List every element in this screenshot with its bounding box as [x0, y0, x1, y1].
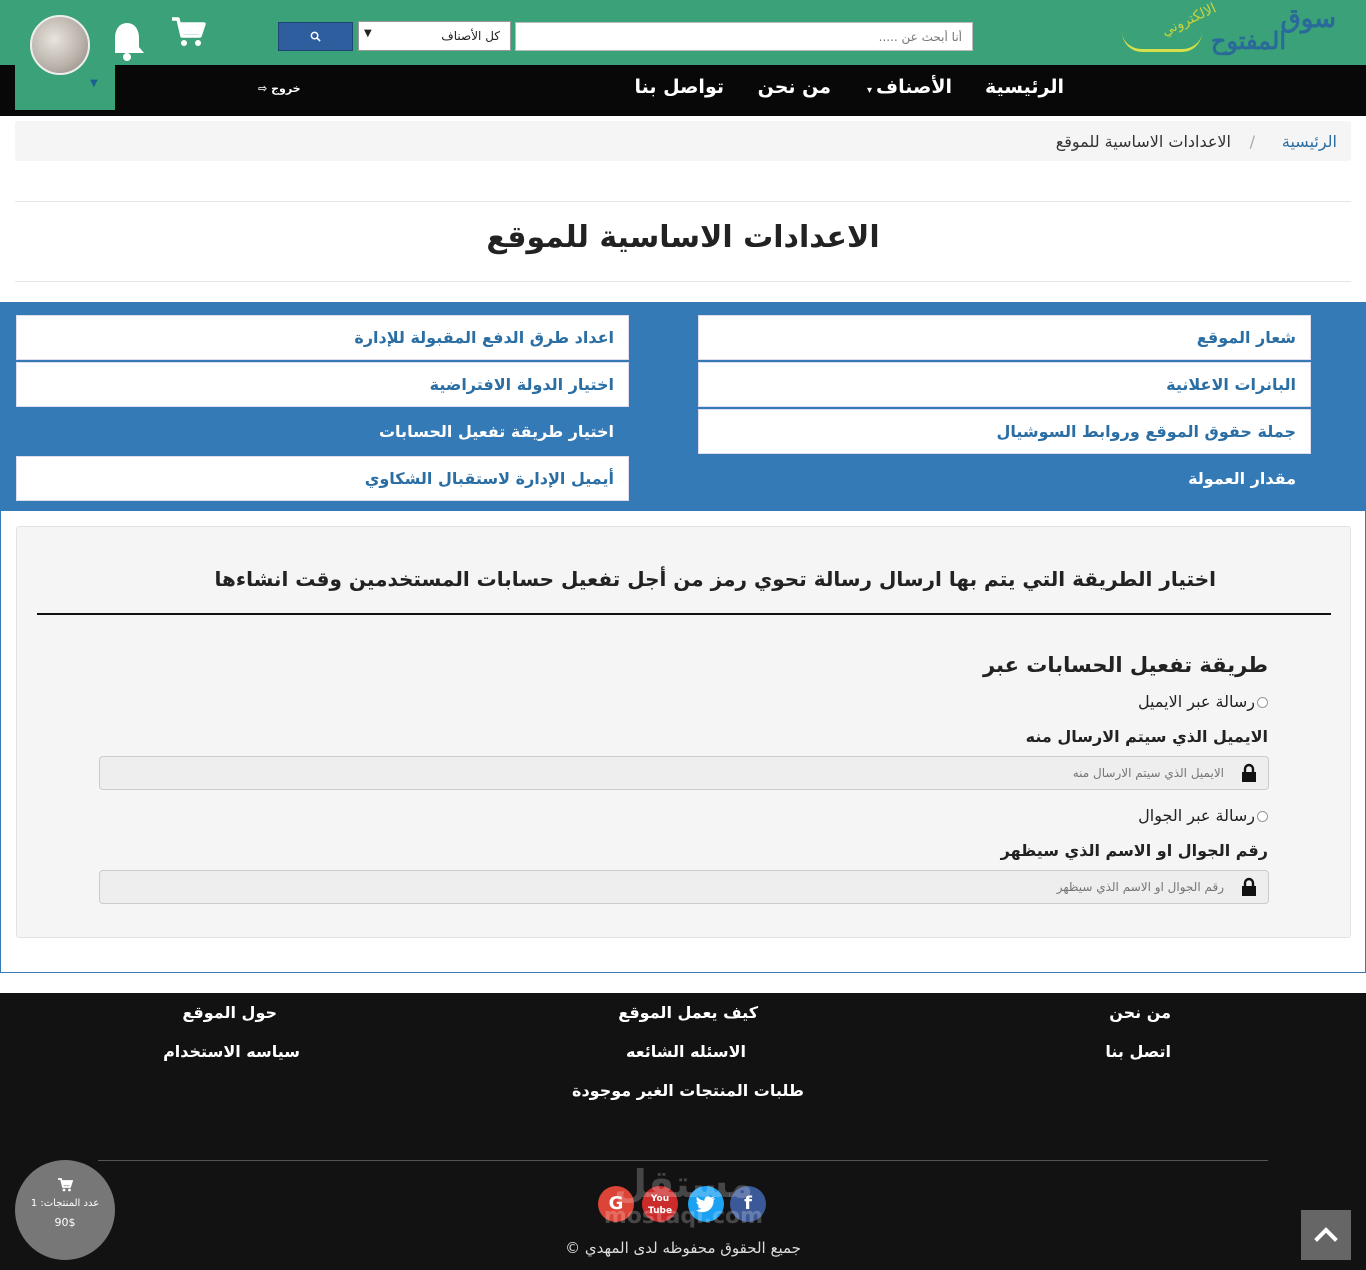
cart-icon[interactable]: [166, 16, 206, 50]
category-select-value: كل الأصناف: [441, 29, 500, 43]
nav-categories-label: الأصناف: [876, 76, 952, 98]
sms-option[interactable]: رسالة عبر الجوال: [1138, 806, 1268, 825]
nav-home[interactable]: الرئيسية: [985, 76, 1064, 98]
user-menu[interactable]: ▼: [15, 0, 115, 110]
site-logo[interactable]: سوق المفتوح الالكتروني: [1116, 0, 1346, 62]
sms-radio[interactable]: [1257, 811, 1268, 822]
nav-about[interactable]: من نحن: [758, 76, 831, 98]
sms-field-group: [99, 870, 1269, 904]
watermark-latin: mostaql.com: [603, 1204, 764, 1229]
select-arrow-icon: ▼: [364, 28, 372, 39]
menu-payment-methods[interactable]: اعداد طرق الدفع المقبولة للإدارة: [16, 315, 629, 360]
search-input[interactable]: [515, 22, 973, 51]
cart-count: عدد المنتجات: 1: [30, 1198, 100, 1209]
nav-categories[interactable]: الأصناف▾: [867, 76, 952, 98]
scroll-to-top-button[interactable]: [1301, 1210, 1351, 1260]
email-field-group: [99, 756, 1269, 790]
logo-swoosh: [1122, 32, 1202, 52]
watermark: مستقل mostaql.com: [596, 1163, 771, 1243]
menu-ad-banners[interactable]: البانرات الاعلانية: [698, 362, 1311, 407]
lock-icon: [1242, 763, 1256, 782]
activation-form: اختيار الطريقة التي يتم بها ارسال رسالة …: [16, 526, 1351, 938]
footer-faq[interactable]: الاسئله الشائعه: [626, 1042, 746, 1061]
logo-text-second: المفتوح: [1210, 26, 1286, 55]
footer-contact[interactable]: اتصل بنا: [1105, 1042, 1171, 1061]
floating-cart[interactable]: عدد المنتجات: 1 90$: [15, 1160, 115, 1260]
caret-down-icon: ▾: [866, 85, 873, 96]
logo-text-main: سوق: [1280, 4, 1336, 34]
menu-copyright-social[interactable]: جملة حقوق الموقع وروابط السوشيال: [698, 409, 1311, 454]
form-heading-divider: [37, 613, 1331, 615]
email-field[interactable]: [144, 757, 1224, 789]
logout-label: خروج: [271, 82, 301, 95]
arrow-up-icon: [1314, 1227, 1338, 1242]
search-button[interactable]: [278, 22, 353, 51]
logout-link[interactable]: خروج ⇨: [258, 82, 301, 95]
breadcrumb-home[interactable]: الرئيسية: [1282, 132, 1337, 151]
sms-option-label: رسالة عبر الجوال: [1138, 806, 1255, 825]
nav-contact[interactable]: تواصل بنا: [634, 76, 724, 98]
footer-how-it-works[interactable]: كيف يعمل الموقع: [618, 1003, 758, 1022]
footer-about[interactable]: من نحن: [1109, 1003, 1171, 1022]
breadcrumb-separator: /: [1249, 132, 1255, 151]
logout-icon: ⇨: [258, 82, 268, 95]
divider-top: [15, 201, 1351, 202]
email-option-label: رسالة عبر الايميل: [1137, 692, 1255, 711]
top-header: سوق المفتوح الالكتروني كل الأصناف ▼: [0, 0, 1366, 65]
section-title: طريقة تفعيل الحسابات عبر: [982, 653, 1268, 677]
menu-site-logo[interactable]: شعار الموقع: [698, 315, 1311, 360]
sms-field[interactable]: [144, 871, 1224, 903]
footer-about-site[interactable]: حول الموقع: [182, 1003, 277, 1022]
menu-default-country[interactable]: اختيار الدولة الافتراضية: [16, 362, 629, 407]
footer-missing-products[interactable]: طلبات المنتجات الغير موجودة: [572, 1081, 804, 1100]
copyright: جميع الحقوق محفوظه لدى المهدي ©: [565, 1239, 801, 1257]
search-icon: [310, 31, 321, 42]
email-radio[interactable]: [1257, 697, 1268, 708]
category-select[interactable]: كل الأصناف ▼: [358, 21, 511, 51]
breadcrumb-current: الاعدادات الاساسية للموقع: [1055, 132, 1231, 151]
watermark-arabic: مستقل: [614, 1162, 753, 1206]
settings-menu: شعار الموقع البانرات الاعلانية جملة حقوق…: [1, 303, 1365, 511]
menu-admin-email[interactable]: أيميل الإدارة لاستقبال الشكاوي: [16, 456, 629, 501]
lock-icon: [1242, 877, 1256, 896]
footer-terms[interactable]: سياسه الاستخدام: [163, 1042, 300, 1061]
menu-account-activation[interactable]: اختيار طريقة تفعيل الحسابات: [16, 409, 629, 454]
chevron-down-icon: ▼: [90, 78, 98, 89]
avatar[interactable]: [30, 15, 90, 75]
footer-divider: [98, 1160, 1268, 1161]
cart-icon: [58, 1178, 73, 1192]
main-nav: الرئيسية الأصناف▾ من نحن تواصل بنا خروج …: [0, 65, 1366, 116]
cart-price: 90$: [54, 1216, 76, 1229]
email-option[interactable]: رسالة عبر الايميل: [1138, 692, 1268, 711]
settings-panel: شعار الموقع البانرات الاعلانية جملة حقوق…: [0, 302, 1366, 973]
email-label: الايميل الذي سيتم الارسال منه: [1025, 727, 1268, 746]
page-title: الاعدادات الاساسية للموقع: [486, 220, 880, 255]
divider-bottom: [15, 281, 1351, 282]
sms-label: رقم الجوال او الاسم الذي سيظهر: [1000, 841, 1268, 860]
footer: من نحن اتصل بنا كيف يعمل الموقع الاسئله …: [0, 993, 1366, 1270]
breadcrumb: الرئيسية / الاعدادات الاساسية للموقع: [15, 121, 1351, 161]
form-heading: اختيار الطريقة التي يتم بها ارسال رسالة …: [214, 567, 1216, 591]
menu-commission[interactable]: مقدار العمولة: [698, 456, 1311, 501]
